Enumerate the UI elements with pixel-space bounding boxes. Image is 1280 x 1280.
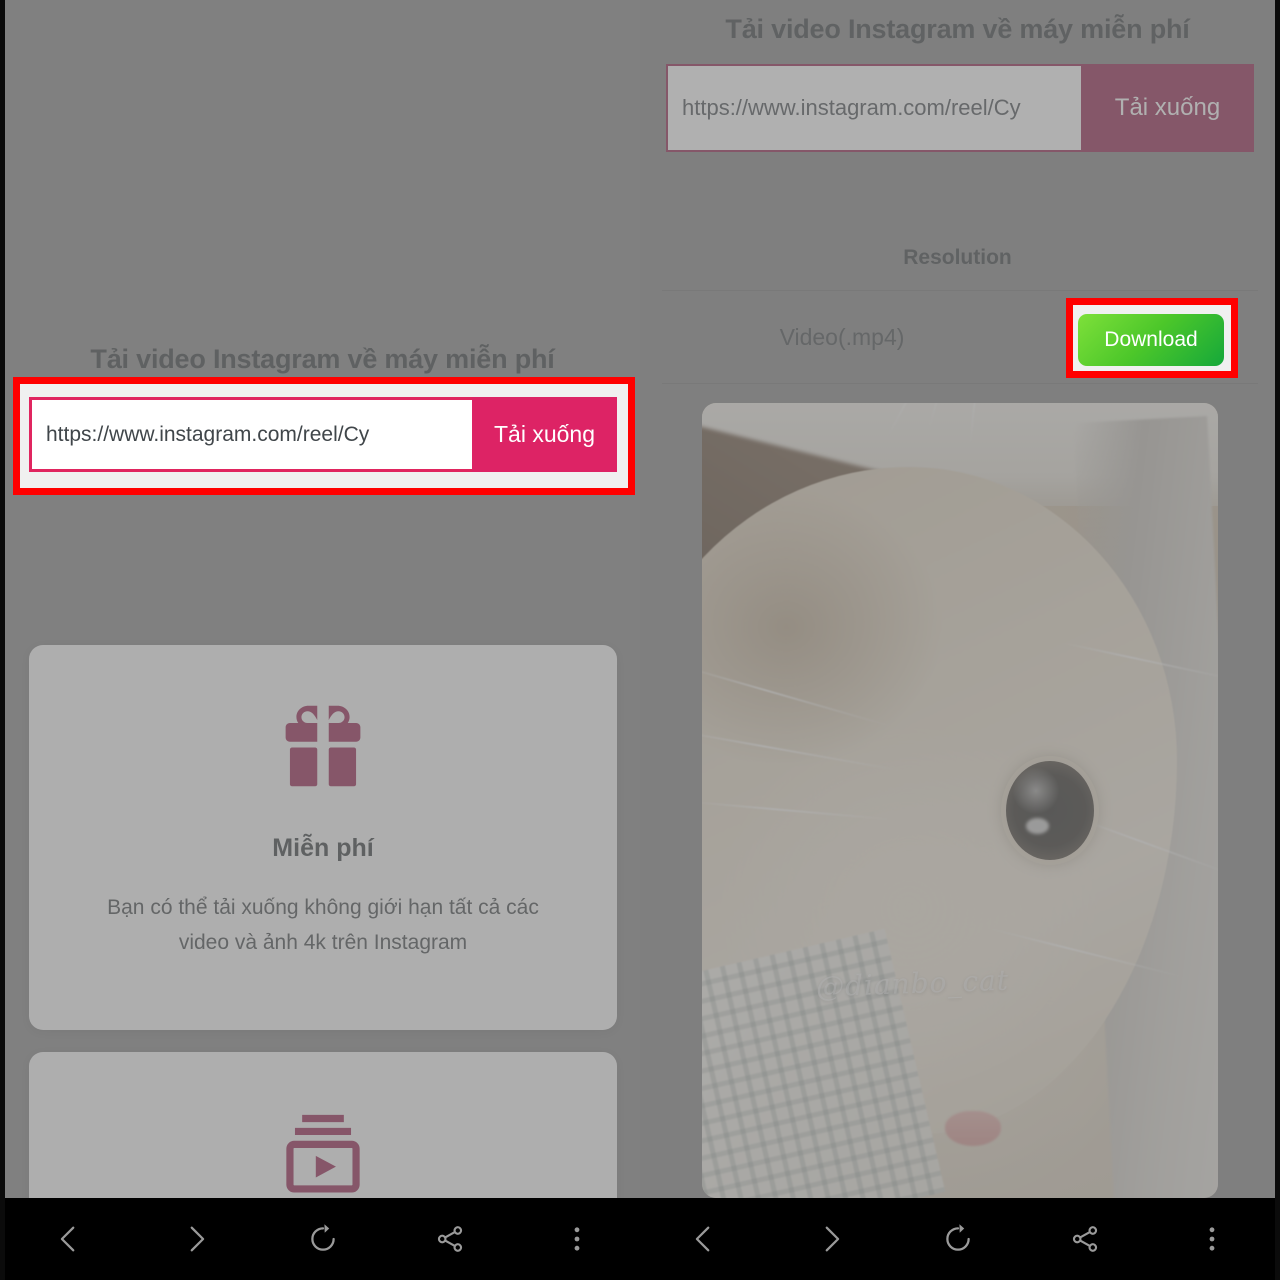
share-icon xyxy=(1072,1226,1097,1252)
nav-forward-button[interactable] xyxy=(800,1208,862,1270)
back-chevron-icon xyxy=(695,1226,709,1252)
page-title: Tải video Instagram về máy miễn phí xyxy=(90,344,555,374)
card-title: Miễn phí xyxy=(272,834,374,862)
resolution-format-label: Video(.mp4) xyxy=(779,324,905,350)
share-icon xyxy=(437,1226,462,1252)
browser-navbar-left xyxy=(5,1198,640,1280)
divider-top xyxy=(662,290,1258,291)
download-submit-button[interactable]: Tải xuống xyxy=(1081,64,1254,152)
nav-reload-button[interactable] xyxy=(927,1208,989,1270)
download-submit-button[interactable]: Tải xuống xyxy=(472,397,617,472)
reload-icon xyxy=(945,1224,970,1251)
resolution-header: Resolution xyxy=(903,246,1012,269)
nav-back-button[interactable] xyxy=(673,1208,735,1270)
url-input[interactable] xyxy=(29,397,472,472)
nav-more-button[interactable] xyxy=(1181,1208,1243,1270)
cat-photo: @dianbo_cat xyxy=(702,403,1218,1198)
more-vertical-icon xyxy=(574,1227,579,1251)
reload-icon xyxy=(310,1224,335,1251)
browser-panel-left: Tải video Instagram về máy miễn phí Miễn… xyxy=(0,0,640,1280)
download-resolution-button[interactable]: Download xyxy=(1078,314,1224,366)
url-search-bar: Tải xuống xyxy=(29,397,617,472)
video-preview[interactable]: @dianbo_cat xyxy=(702,403,1218,1198)
more-vertical-icon xyxy=(1209,1227,1214,1251)
video-playlist-icon xyxy=(286,1114,360,1193)
browser-panel-right: Tải video Instagram về máy miễn phí Tải … xyxy=(640,0,1280,1280)
cat-eye-right xyxy=(1006,760,1095,861)
gift-icon xyxy=(285,705,361,787)
nav-share-button[interactable] xyxy=(1054,1208,1116,1270)
nav-more-button[interactable] xyxy=(546,1208,608,1270)
url-input[interactable] xyxy=(666,64,1081,152)
url-search-bar: Tải xuống xyxy=(666,64,1254,152)
webpage-right: Tải video Instagram về máy miễn phí Tải … xyxy=(640,0,1275,1198)
feature-card-free: Miễn phí Bạn có thể tải xuống không giới… xyxy=(29,645,617,1030)
forward-chevron-icon xyxy=(825,1226,839,1252)
back-chevron-icon xyxy=(60,1226,74,1252)
nav-back-button[interactable] xyxy=(38,1208,100,1270)
nav-share-button[interactable] xyxy=(419,1208,481,1270)
browser-navbar-right xyxy=(640,1198,1275,1280)
divider-bottom xyxy=(662,383,1258,384)
screenshot-stage: Tải video Instagram về máy miễn phí Miễn… xyxy=(0,0,1280,1280)
card-description: Bạn có thể tải xuống không giới hạn tất … xyxy=(107,896,539,954)
forward-chevron-icon xyxy=(190,1226,204,1252)
webpage-left: Tải video Instagram về máy miễn phí Miễn… xyxy=(5,0,640,1198)
page-title: Tải video Instagram về máy miễn phí xyxy=(725,14,1190,44)
nav-forward-button[interactable] xyxy=(165,1208,227,1270)
nav-reload-button[interactable] xyxy=(292,1208,354,1270)
feature-card-secondary xyxy=(29,1052,617,1198)
